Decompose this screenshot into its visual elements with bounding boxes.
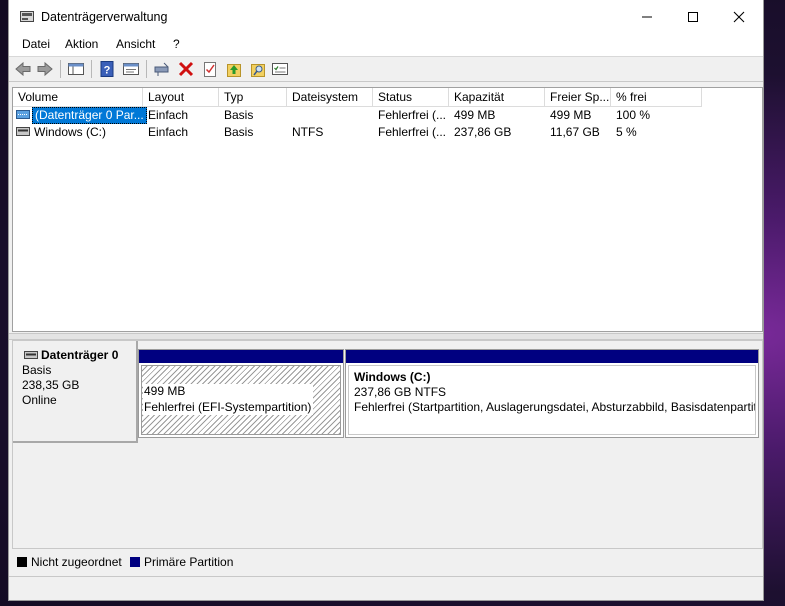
volume-drive-icon xyxy=(16,127,30,136)
volume-status: Fehlerfrei (... xyxy=(378,108,446,122)
partition-header-bar xyxy=(346,350,758,363)
toolbar: ? xyxy=(9,57,763,82)
console-tree-icon xyxy=(68,63,84,75)
list-button[interactable] xyxy=(271,60,289,78)
partition-content-area: Windows (C:) 237,86 GB NTFS Fehlerfrei (… xyxy=(348,365,756,435)
volume-drive-icon xyxy=(16,110,30,119)
column-header-freier-speicher[interactable]: Freier Sp... xyxy=(545,88,611,107)
volume-percent-free: 5 % xyxy=(616,125,637,139)
menu-aktion[interactable]: Aktion xyxy=(65,37,98,51)
volume-layout: Einfach xyxy=(148,125,189,139)
minimize-button[interactable] xyxy=(624,0,670,34)
maximize-button[interactable] xyxy=(670,0,716,34)
menu-datei[interactable]: Datei xyxy=(22,37,50,51)
svg-text:?: ? xyxy=(104,65,111,77)
disk-icon xyxy=(24,351,38,359)
partition-windows-c[interactable]: Windows (C:) 237,86 GB NTFS Fehlerfrei (… xyxy=(345,349,759,438)
column-header-kapazitaet[interactable]: Kapazität xyxy=(449,88,545,107)
legend: Nicht zugeordnet Primäre Partition xyxy=(12,553,761,573)
pane-splitter[interactable] xyxy=(9,333,763,340)
properties-icon xyxy=(123,63,139,75)
partition-title: Windows (C:) xyxy=(354,370,431,384)
partition-efi[interactable]: 499 MB Fehlerfrei (EFI-Systempartition) xyxy=(138,349,344,438)
menu-bar: Datei Aktion Ansicht ? xyxy=(9,34,763,57)
partition-size: 237,86 GB NTFS xyxy=(354,385,447,399)
list-icon xyxy=(272,63,288,75)
connect-disk-button[interactable] xyxy=(153,60,171,78)
partition-header-bar xyxy=(139,350,343,363)
partition-status: Fehlerfrei (EFI-Systempartition) xyxy=(144,400,312,414)
column-header-prozent-frei[interactable]: % frei xyxy=(611,88,702,107)
legend-label-unallocated: Nicht zugeordnet xyxy=(31,555,122,569)
disk-type: Basis xyxy=(22,363,52,377)
delete-button[interactable] xyxy=(177,60,195,78)
window-title: Datenträgerverwaltung xyxy=(41,10,168,24)
volume-filesystem: NTFS xyxy=(292,125,324,139)
forward-arrow-icon xyxy=(37,61,53,77)
help-icon: ? xyxy=(100,61,114,77)
back-button[interactable] xyxy=(14,60,32,78)
menu-help[interactable]: ? xyxy=(173,37,180,51)
legend-label-primary: Primäre Partition xyxy=(144,555,234,569)
search-folder-button[interactable] xyxy=(249,60,267,78)
column-header-volume[interactable]: Volume xyxy=(13,88,143,107)
volume-type: Basis xyxy=(224,125,254,139)
check-icon xyxy=(204,62,216,77)
column-header-status[interactable]: Status xyxy=(373,88,449,107)
help-button[interactable]: ? xyxy=(98,60,116,78)
toolbar-separator xyxy=(146,60,147,78)
toolbar-separator xyxy=(91,60,92,78)
disk-management-window: Datenträgerverwaltung Datei Aktion Ansic… xyxy=(8,0,764,601)
search-folder-icon xyxy=(251,64,265,77)
volume-free-space: 11,67 GB xyxy=(550,125,600,139)
connect-icon xyxy=(154,62,169,76)
legend-swatch-primary xyxy=(130,557,140,567)
maximize-icon xyxy=(688,12,698,22)
partition-hatched-area: 499 MB Fehlerfrei (EFI-Systempartition) xyxy=(141,365,341,435)
check-button[interactable] xyxy=(201,60,219,78)
volume-list[interactable]: Volume Layout Typ Dateisystem Status Kap… xyxy=(12,87,763,332)
folder-up-button[interactable] xyxy=(225,60,243,78)
minimize-icon xyxy=(642,16,652,18)
column-header-typ[interactable]: Typ xyxy=(219,88,287,107)
disk-graphical-view[interactable]: Datenträger 0 Basis 238,35 GB Online 499… xyxy=(12,340,763,549)
menu-ansicht[interactable]: Ansicht xyxy=(116,37,155,51)
properties-button[interactable] xyxy=(122,60,140,78)
volume-layout: Einfach xyxy=(148,108,189,122)
column-header-layout[interactable]: Layout xyxy=(143,88,219,107)
volume-capacity: 499 MB xyxy=(454,108,496,122)
disk-info-panel[interactable]: Datenträger 0 Basis 238,35 GB Online xyxy=(13,341,138,443)
status-bar xyxy=(9,576,763,600)
disk-name: Datenträger 0 xyxy=(41,348,119,362)
close-button[interactable] xyxy=(716,0,762,34)
volume-capacity: 237,86 GB xyxy=(454,125,512,139)
folder-up-icon xyxy=(227,64,241,77)
close-icon xyxy=(733,11,745,23)
legend-swatch-unallocated xyxy=(17,557,27,567)
delete-icon xyxy=(178,61,194,77)
volume-type: Basis xyxy=(224,108,254,122)
console-tree-button[interactable] xyxy=(67,60,85,78)
volume-percent-free: 100 % xyxy=(616,108,651,122)
partition-status: Fehlerfrei (Startpartition, Auslagerungs… xyxy=(354,400,756,414)
volume-name: Windows (C:) xyxy=(34,125,107,139)
disk-state: Online xyxy=(22,393,57,407)
disk-size: 238,35 GB xyxy=(22,378,80,392)
volume-free-space: 499 MB xyxy=(550,108,592,122)
toolbar-separator xyxy=(60,60,61,78)
partition-size: 499 MB xyxy=(144,384,186,398)
volume-name: (Datenträger 0 Par... xyxy=(32,107,147,124)
column-header-dateisystem[interactable]: Dateisystem xyxy=(287,88,373,107)
back-arrow-icon xyxy=(15,61,31,77)
volume-status: Fehlerfrei (... xyxy=(378,125,446,139)
disk-management-app-icon xyxy=(20,11,34,22)
title-bar: Datenträgerverwaltung xyxy=(9,0,763,34)
forward-button[interactable] xyxy=(36,60,54,78)
